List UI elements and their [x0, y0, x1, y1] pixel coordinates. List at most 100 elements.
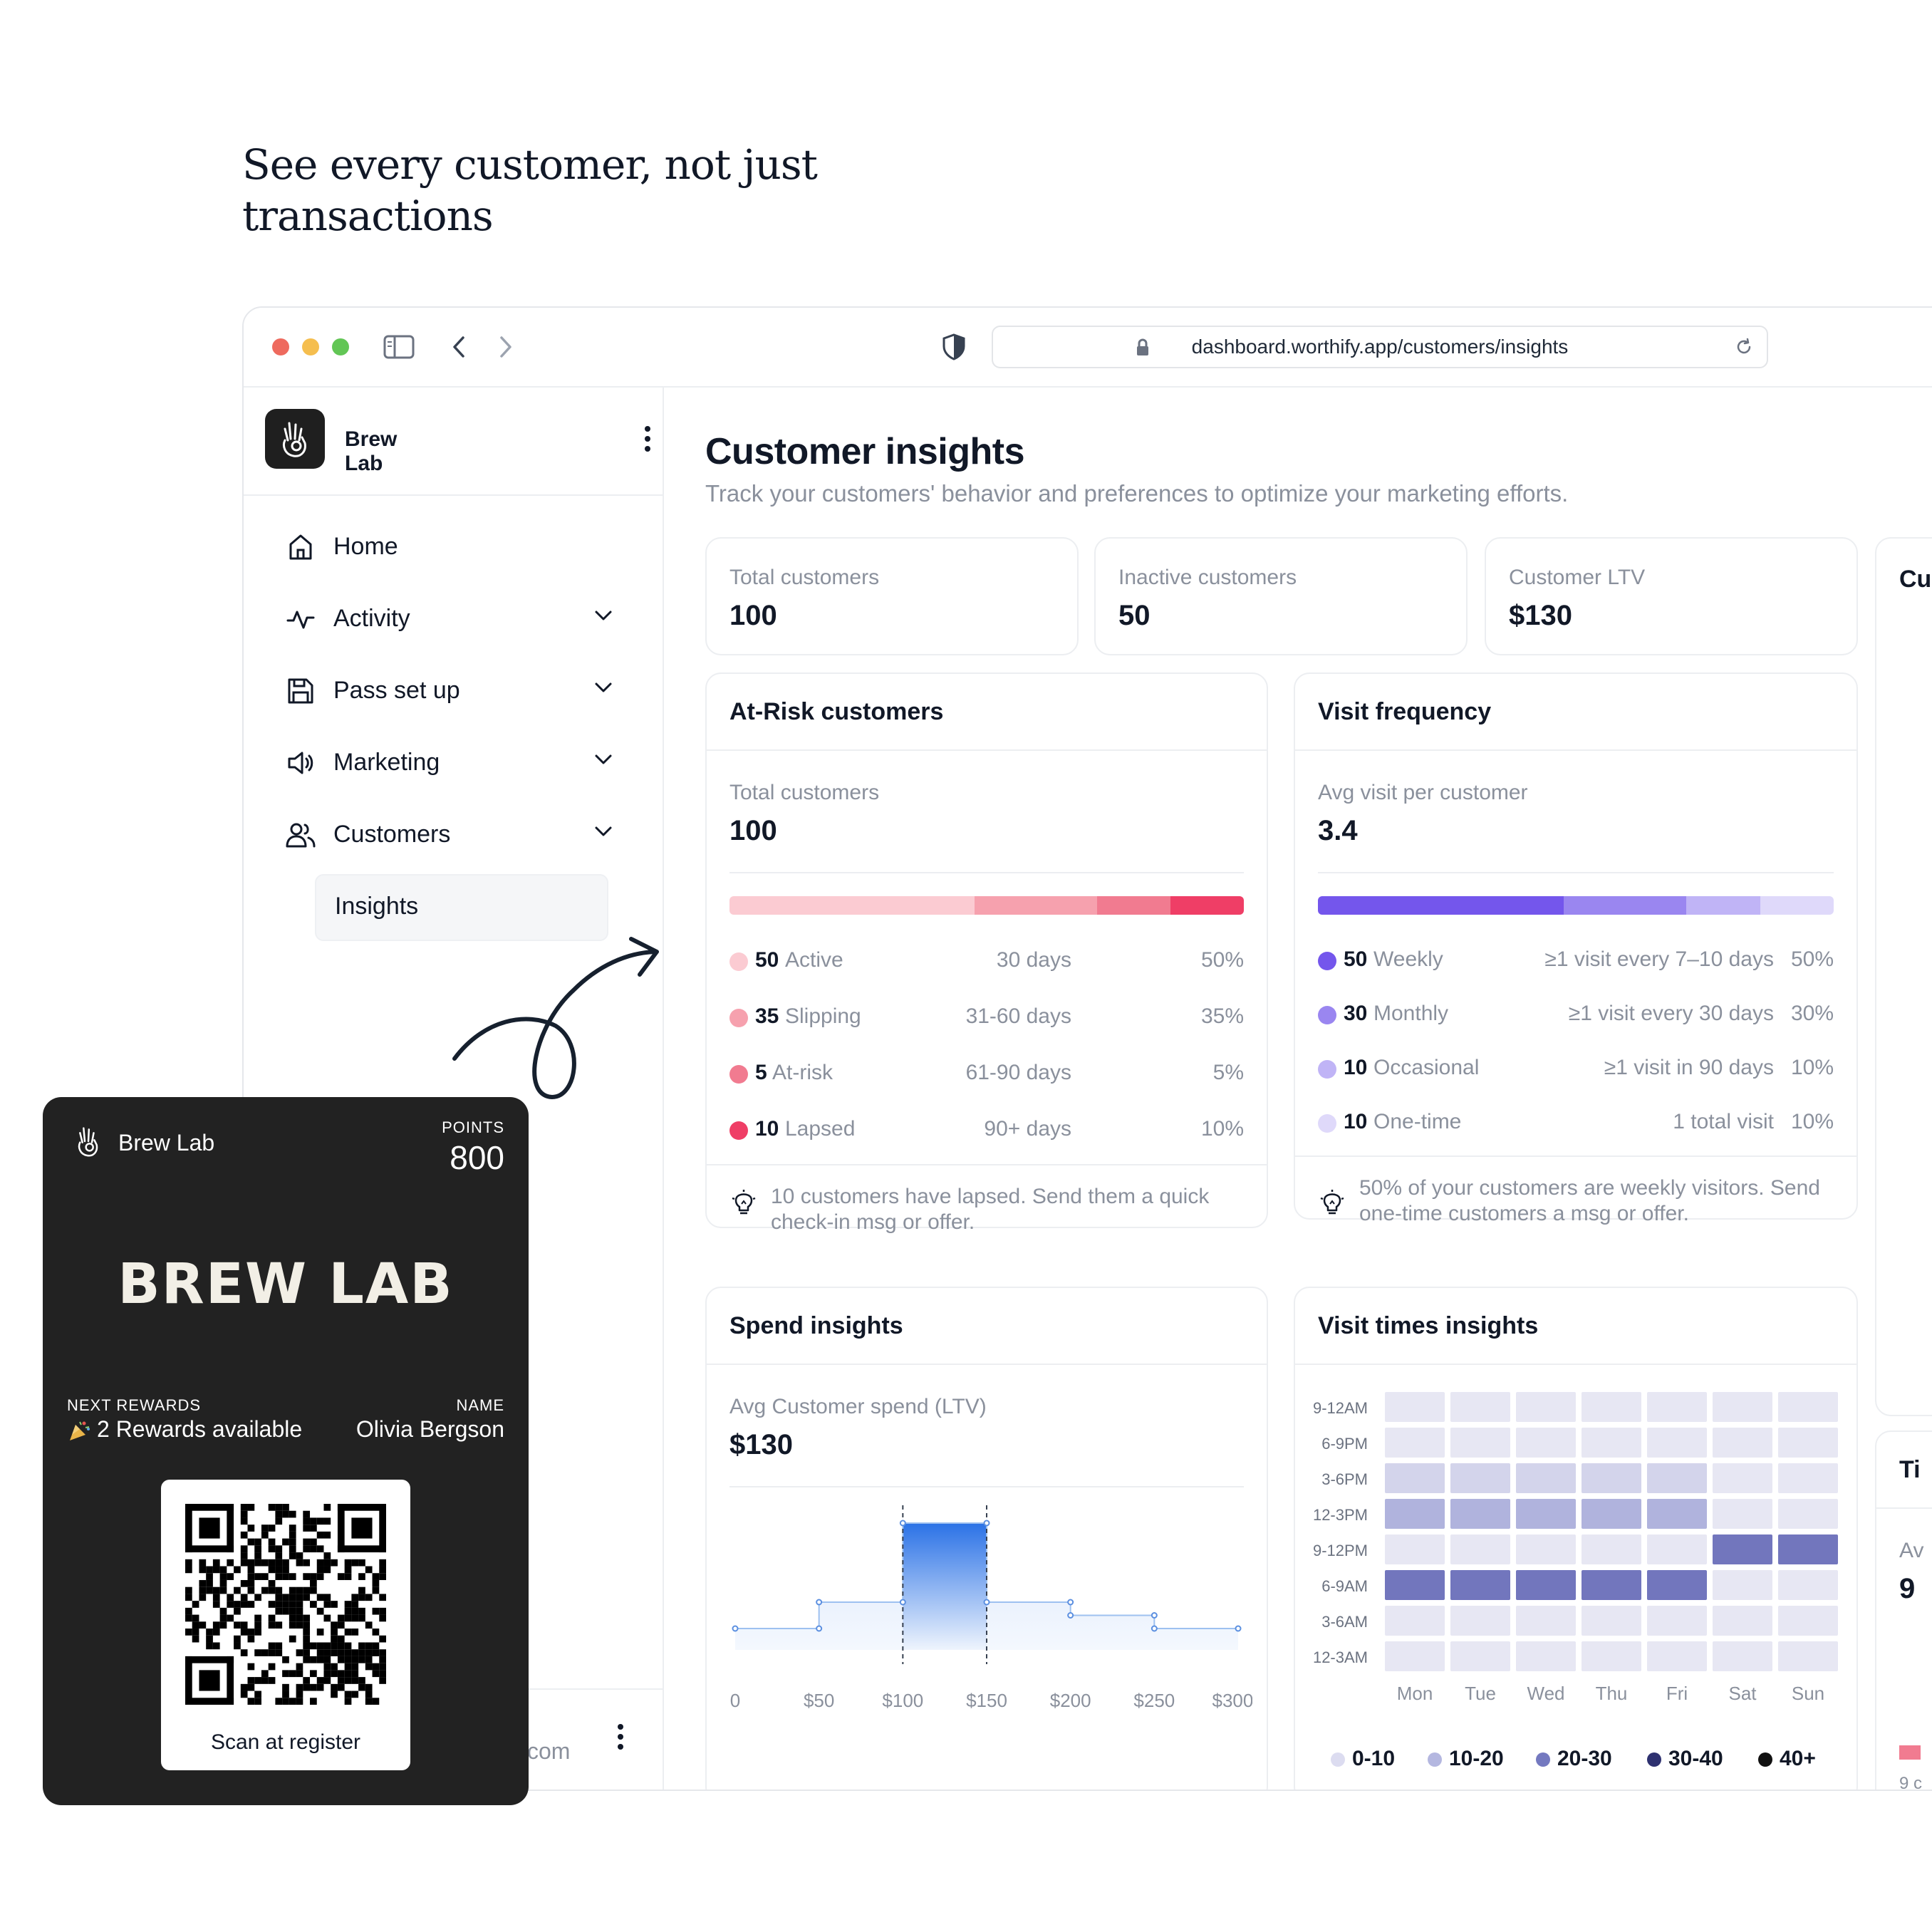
heatmap-row-label: 12-3AM	[1312, 1648, 1368, 1666]
close-window-button[interactable]	[272, 338, 289, 355]
sidebar-item-customers[interactable]: Customers	[244, 806, 663, 863]
chevron-down-icon[interactable]	[593, 605, 614, 626]
qr-module	[344, 1566, 352, 1574]
qr-module	[247, 1538, 255, 1546]
privacy-shield-icon[interactable]	[942, 333, 966, 360]
heatmap-cell	[1450, 1641, 1510, 1671]
legend-row-occasional: 10 Occasional ≥1 visit in 90 days 10%	[1318, 1054, 1834, 1086]
qr-code-panel[interactable]: Scan at register	[161, 1480, 410, 1770]
qr-module	[316, 1642, 324, 1650]
sidebar-item-label: Home	[333, 533, 398, 560]
page-title: Customer insights	[705, 431, 1025, 472]
save-icon	[288, 678, 313, 704]
x-tick-label: $250	[1133, 1690, 1175, 1711]
qr-module	[358, 1559, 365, 1567]
maximize-window-button[interactable]	[332, 338, 349, 355]
qr-module	[268, 1566, 276, 1574]
minimize-window-button[interactable]	[302, 338, 319, 355]
qr-module	[289, 1552, 296, 1559]
qr-module	[323, 1642, 331, 1650]
sidebar-toggle-icon[interactable]	[383, 335, 415, 359]
sidebar-item-marketing[interactable]: Marketing	[244, 734, 663, 791]
chevron-down-icon[interactable]	[593, 677, 614, 698]
heatmap-cell	[1778, 1534, 1838, 1564]
qr-module	[289, 1531, 296, 1539]
qr-module	[268, 1677, 276, 1684]
heatmap-cell	[1516, 1392, 1576, 1422]
qr-module	[289, 1614, 296, 1622]
qr-module	[289, 1635, 296, 1643]
back-icon[interactable]	[450, 335, 467, 359]
partial-card-title: Cu	[1899, 566, 1932, 593]
qr-module	[275, 1573, 283, 1580]
qr-module	[337, 1677, 345, 1684]
tip-divider	[1295, 1155, 1856, 1157]
qr-module	[358, 1656, 365, 1663]
qr-module	[206, 1635, 213, 1643]
sidebar-item-label: Activity	[333, 605, 410, 632]
qr-module	[240, 1690, 248, 1698]
more-vertical-icon[interactable]	[644, 425, 651, 453]
legend-range: 90+ days	[984, 1117, 1071, 1141]
forward-icon[interactable]	[497, 335, 514, 359]
sidebar-item-home[interactable]: Home	[244, 519, 663, 576]
qr-module	[268, 1614, 276, 1622]
heatmap-cell	[1582, 1606, 1641, 1636]
more-vertical-icon[interactable]	[617, 1723, 624, 1751]
qr-module	[254, 1629, 261, 1636]
legend-row-lapsed: 10 Lapsed 90+ days 10%	[729, 1116, 1244, 1147]
qr-module	[316, 1517, 324, 1525]
qr-module	[275, 1607, 283, 1615]
heatmap-cell	[1450, 1570, 1510, 1600]
qr-module	[351, 1656, 359, 1663]
qr-module	[303, 1594, 311, 1601]
qr-module	[310, 1573, 317, 1580]
qr-module	[365, 1594, 373, 1601]
heatmap-legend-dot	[1647, 1752, 1661, 1767]
qr-module	[261, 1670, 269, 1678]
chevron-down-icon[interactable]	[593, 821, 614, 842]
qr-module	[323, 1656, 331, 1663]
spend-insights-card: Spend insights Avg Customer spend (LTV) …	[705, 1287, 1268, 1790]
qr-module	[351, 1649, 359, 1656]
qr-module	[282, 1538, 289, 1546]
qr-module	[247, 1525, 255, 1532]
x-tick-label: $200	[1050, 1690, 1091, 1711]
reload-icon[interactable]	[1734, 337, 1754, 357]
legend-count: 10	[1344, 1056, 1368, 1079]
qr-module	[282, 1594, 289, 1601]
qr-module	[247, 1586, 255, 1594]
sidebar-item-activity[interactable]: Activity	[244, 591, 663, 648]
qr-module	[234, 1642, 241, 1650]
qr-module	[275, 1510, 283, 1518]
qr-module	[296, 1690, 303, 1698]
sidebar-subitem-label: Insights	[335, 893, 419, 920]
heatmap-cell	[1385, 1499, 1445, 1529]
qr-module	[240, 1649, 248, 1656]
chevron-down-icon[interactable]	[593, 749, 614, 770]
qr-module	[323, 1517, 331, 1525]
qr-module	[289, 1601, 296, 1608]
qr-module	[282, 1566, 289, 1574]
qr-module	[337, 1635, 345, 1643]
qr-module	[282, 1698, 289, 1705]
qr-module	[316, 1683, 324, 1691]
stat-card-inactive-customers: Inactive customers 50	[1094, 537, 1468, 655]
sidebar-item-pass-set-up[interactable]: Pass set up	[244, 663, 663, 720]
address-bar[interactable]: dashboard.worthify.app/customers/insight…	[992, 326, 1768, 368]
heatmap-cell	[1647, 1534, 1707, 1564]
qr-module	[261, 1586, 269, 1594]
qr-module	[323, 1614, 331, 1622]
x-tick-label: $300+	[1212, 1690, 1252, 1711]
qr-module	[240, 1552, 248, 1559]
legend-count: 10	[755, 1117, 779, 1141]
qr-module	[227, 1594, 234, 1601]
legend-range: 31-60 days	[965, 1004, 1071, 1028]
qr-module	[303, 1538, 311, 1546]
qr-module	[372, 1649, 380, 1656]
qr-module	[316, 1566, 324, 1574]
qr-module	[289, 1573, 296, 1580]
users-icon	[286, 823, 316, 848]
heatmap-cell	[1713, 1392, 1772, 1422]
qr-module	[351, 1614, 359, 1622]
